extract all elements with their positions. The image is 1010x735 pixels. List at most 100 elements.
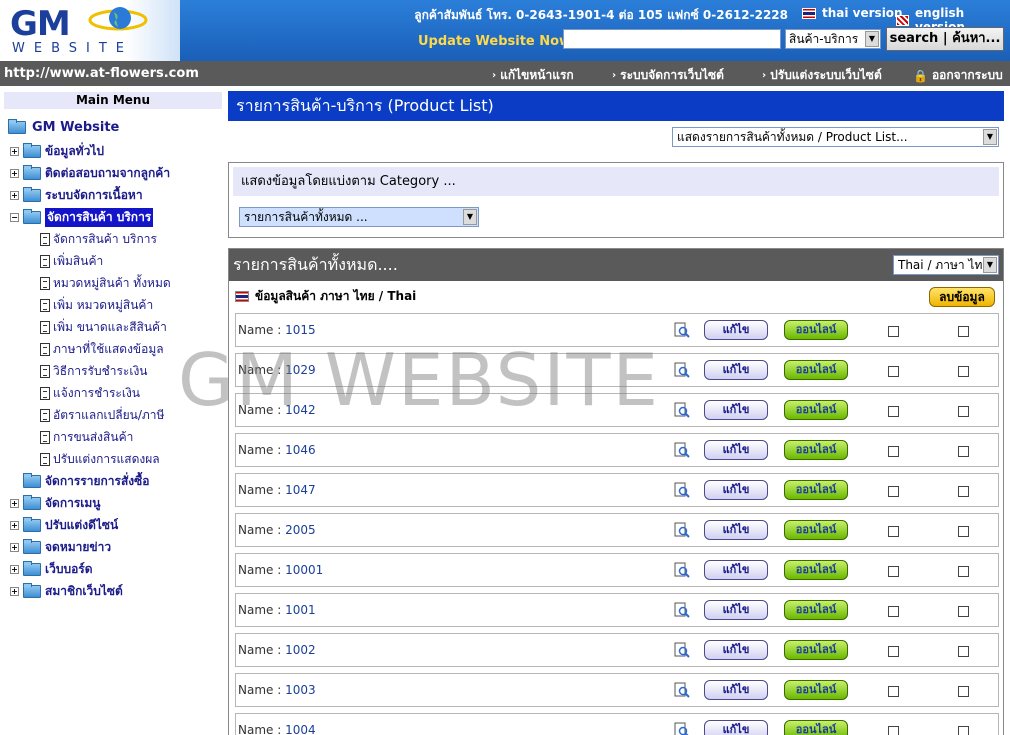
edit-button[interactable]: แก้ไข <box>704 560 768 580</box>
preview-icon[interactable] <box>674 522 690 538</box>
sidebar-subitem[interactable]: อัตราแลกเปลี่ยน/ภาษี <box>40 406 164 425</box>
sidebar-subitem[interactable]: การขนส่งสินค้า <box>40 428 133 447</box>
product-name[interactable]: Name : 1004 <box>238 723 316 735</box>
sidebar-subitem[interactable]: หมวดหมู่สินค้า ทั้งหมด <box>40 274 171 293</box>
tree-root[interactable]: GM Website <box>8 119 119 135</box>
expand-icon[interactable]: + <box>10 169 19 178</box>
search-category-select[interactable]: สินค้า-บริการ ▼ <box>785 29 881 49</box>
product-list-select[interactable]: แสดงรายการสินค้าทั้งหมด / Product List..… <box>672 127 999 147</box>
checkbox[interactable] <box>888 446 899 457</box>
online-button[interactable]: ออนไลน์ <box>784 360 848 380</box>
sidebar-item[interactable]: + ติดต่อสอบถามจากลูกค้า <box>10 164 170 183</box>
sidebar-item[interactable]: + ปรับแต่งดีไซน์ <box>10 516 118 535</box>
search-input[interactable] <box>563 29 781 49</box>
checkbox[interactable] <box>958 366 969 377</box>
product-name[interactable]: Name : 2005 <box>238 523 316 537</box>
online-button[interactable]: ออนไลน์ <box>784 440 848 460</box>
edit-button[interactable]: แก้ไข <box>704 480 768 500</box>
sidebar-item[interactable]: จัดการรายการสั่งซื้อ <box>10 472 149 491</box>
nav-site-management[interactable]: › ระบบจัดการเว็บไซต์ <box>612 66 724 85</box>
sidebar-subitem[interactable]: เพิ่ม ขนาดและสีสินค้า <box>40 318 167 337</box>
checkbox[interactable] <box>958 406 969 417</box>
expand-icon[interactable]: + <box>10 521 19 530</box>
preview-icon[interactable] <box>674 642 690 658</box>
product-name[interactable]: Name : 1029 <box>238 363 316 377</box>
logo[interactable]: GM WEBSITE <box>0 0 180 61</box>
checkbox[interactable] <box>958 566 969 577</box>
checkbox[interactable] <box>958 606 969 617</box>
product-name[interactable]: Name : 1042 <box>238 403 316 417</box>
sidebar-subitem[interactable]: เพิ่มสินค้า <box>40 252 103 271</box>
sidebar-item[interactable]: + จดหมายข่าว <box>10 538 111 557</box>
sidebar-subitem[interactable]: แจ้งการชำระเงิน <box>40 384 140 403</box>
checkbox[interactable] <box>888 326 899 337</box>
sidebar-item[interactable]: − จัดการสินค้า บริการ <box>10 208 154 227</box>
checkbox[interactable] <box>958 446 969 457</box>
delete-button[interactable]: ลบข้อมูล <box>929 287 995 307</box>
online-button[interactable]: ออนไลน์ <box>784 520 848 540</box>
preview-icon[interactable] <box>674 322 690 338</box>
edit-button[interactable]: แก้ไข <box>704 680 768 700</box>
sidebar-subitem[interactable]: ปรับแต่งการแสดงผล <box>40 450 160 469</box>
preview-icon[interactable] <box>674 362 690 378</box>
sidebar-item[interactable]: + สมาชิกเว็บไซต์ <box>10 582 123 601</box>
product-name[interactable]: Name : 10001 <box>238 563 323 577</box>
edit-button[interactable]: แก้ไข <box>704 600 768 620</box>
edit-button[interactable]: แก้ไข <box>704 640 768 660</box>
thai-version-link[interactable]: thai version <box>802 6 903 20</box>
product-name[interactable]: Name : 1015 <box>238 323 316 337</box>
sidebar-item[interactable]: + ระบบจัดการเนื้อหา <box>10 186 143 205</box>
edit-button[interactable]: แก้ไข <box>704 720 768 735</box>
preview-icon[interactable] <box>674 722 690 735</box>
preview-icon[interactable] <box>674 682 690 698</box>
checkbox[interactable] <box>888 526 899 537</box>
sidebar-subitem[interactable]: ภาษาที่ใช้แสดงข้อมูล <box>40 340 164 359</box>
checkbox[interactable] <box>888 606 899 617</box>
checkbox[interactable] <box>958 526 969 537</box>
checkbox[interactable] <box>958 726 969 735</box>
edit-button[interactable]: แก้ไข <box>704 400 768 420</box>
sidebar-subitem[interactable]: เพิ่ม หมวดหมู่สินค้า <box>40 296 153 315</box>
checkbox[interactable] <box>958 326 969 337</box>
checkbox[interactable] <box>888 726 899 735</box>
preview-icon[interactable] <box>674 562 690 578</box>
nav-edit-homepage[interactable]: › แก้ไขหน้าแรก <box>492 66 574 85</box>
expand-icon[interactable]: + <box>10 499 19 508</box>
language-filter-select[interactable]: Thai / ภาษา ไทย ▼ <box>893 255 999 275</box>
search-button[interactable]: search | ค้นหา... <box>886 27 1004 51</box>
preview-icon[interactable] <box>674 602 690 618</box>
online-button[interactable]: ออนไลน์ <box>784 600 848 620</box>
online-button[interactable]: ออนไลน์ <box>784 720 848 735</box>
nav-logout[interactable]: 🔒 ออกจากระบบ <box>913 66 1003 85</box>
checkbox[interactable] <box>958 686 969 697</box>
expand-icon[interactable]: + <box>10 565 19 574</box>
sidebar-subitem[interactable]: จัดการสินค้า บริการ <box>40 230 157 249</box>
edit-button[interactable]: แก้ไข <box>704 520 768 540</box>
product-name[interactable]: Name : 1001 <box>238 603 316 617</box>
online-button[interactable]: ออนไลน์ <box>784 320 848 340</box>
sidebar-item[interactable]: + ข้อมูลทั่วไป <box>10 142 104 161</box>
checkbox[interactable] <box>888 566 899 577</box>
edit-button[interactable]: แก้ไข <box>704 360 768 380</box>
expand-icon[interactable]: + <box>10 587 19 596</box>
edit-button[interactable]: แก้ไข <box>704 440 768 460</box>
preview-icon[interactable] <box>674 442 690 458</box>
checkbox[interactable] <box>888 406 899 417</box>
online-button[interactable]: ออนไลน์ <box>784 640 848 660</box>
sidebar-subitem[interactable]: วิธีการรับชำระเงิน <box>40 362 148 381</box>
edit-button[interactable]: แก้ไข <box>704 320 768 340</box>
checkbox[interactable] <box>888 366 899 377</box>
product-name[interactable]: Name : 1047 <box>238 483 316 497</box>
product-name[interactable]: Name : 1046 <box>238 443 316 457</box>
site-url[interactable]: http://www.at-flowers.com <box>4 66 199 81</box>
online-button[interactable]: ออนไลน์ <box>784 560 848 580</box>
product-name[interactable]: Name : 1002 <box>238 643 316 657</box>
preview-icon[interactable] <box>674 402 690 418</box>
checkbox[interactable] <box>958 646 969 657</box>
category-select[interactable]: รายการสินค้าทั้งหมด ... ▼ <box>239 207 479 227</box>
collapse-icon[interactable]: − <box>10 213 19 222</box>
product-name[interactable]: Name : 1003 <box>238 683 316 697</box>
sidebar-item[interactable]: + จัดการเมนู <box>10 494 101 513</box>
checkbox[interactable] <box>888 686 899 697</box>
online-button[interactable]: ออนไลน์ <box>784 680 848 700</box>
